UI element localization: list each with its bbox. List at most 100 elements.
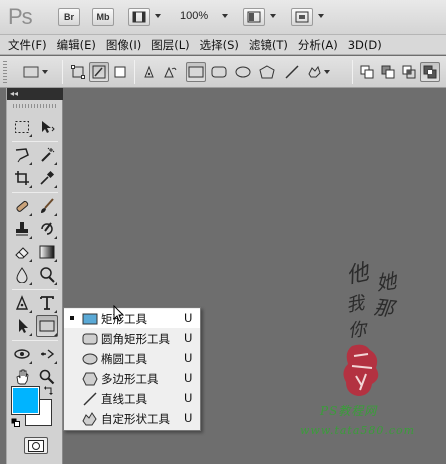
menu-image[interactable]: 图像(I) [106,37,141,53]
menu-3d[interactable]: 3D(D) [348,38,382,52]
history-brush-tool[interactable] [36,218,58,240]
watermark-char: 你 [347,319,368,342]
flyout-item-label: 圆角矩形工具 [101,332,170,346]
panel-grip[interactable] [13,104,57,108]
crop-tool[interactable] [11,167,33,189]
pen-icon [144,65,154,78]
hand-tool[interactable] [11,366,33,388]
menu-file[interactable]: 文件(F) [8,37,47,53]
type-icon [40,296,54,310]
dodge-tool[interactable] [36,264,58,286]
flyout-item-rectangle[interactable]: 矩形工具 U [64,309,200,328]
lasso-icon [15,148,29,163]
fill-pixels-button[interactable] [110,62,130,82]
eyedropper-tool[interactable] [36,167,58,189]
tool-preset-picker[interactable] [20,62,50,82]
menu-edit[interactable]: 编辑(E) [57,37,96,53]
menu-select[interactable]: 选择(S) [200,37,239,53]
paths-button[interactable] [89,62,109,82]
chevron-down-icon[interactable] [270,14,276,18]
flyout-item-label: 自定形状工具 [101,412,170,426]
rectangle-icon [82,311,98,326]
spot-healing-brush-tool[interactable] [11,195,33,217]
ellipse-shape-button[interactable] [233,62,253,82]
type-tool[interactable] [36,292,58,314]
launch-bridge-button[interactable]: Br [58,8,80,26]
intersect-shape-area-button[interactable] [399,62,419,82]
rounded-rectangle-shape-button[interactable] [209,62,229,82]
3d-orbit-tool[interactable] [36,343,58,365]
line-shape-button[interactable] [282,62,302,82]
separator [352,60,353,84]
ellipse-icon [235,66,251,78]
screen-mode-button[interactable] [291,8,313,26]
flyout-item-polygon[interactable]: 多边形工具 U [64,369,200,388]
menu-filter[interactable]: 滤镜(T) [249,37,288,53]
foreground-color-swatch[interactable] [11,386,40,415]
mini-bridge-button[interactable]: Mb [92,8,114,26]
clone-stamp-tool[interactable] [11,218,33,240]
chevron-down-icon[interactable] [318,14,324,18]
quick-mask-icon [28,439,44,452]
rectangle-tool[interactable] [36,315,58,337]
custom-shape-button[interactable] [306,62,332,82]
move-tool[interactable] [36,116,58,138]
chevron-down-icon[interactable] [155,14,161,18]
3d-rotate-tool[interactable] [11,343,33,365]
blur-tool[interactable] [11,264,33,286]
view-extras-button[interactable] [128,8,150,26]
subtract-icon [381,65,395,79]
path-selection-tool[interactable] [11,315,33,337]
subtract-shape-area-button[interactable] [378,62,398,82]
film-icon [132,11,146,23]
zoom-level[interactable]: 100% [180,10,208,22]
quick-mask-button[interactable] [24,437,48,454]
collapse-panel-button[interactable]: ◂◂ [7,88,63,100]
polygonal-lasso-tool[interactable] [11,144,33,166]
pen-tool-button[interactable] [139,62,159,82]
water-drop-icon [16,267,28,283]
3d-rotate-icon [14,349,30,359]
shortcut-key: U [184,371,193,385]
bandage-icon [16,200,29,212]
flyout-item-line[interactable]: 直线工具 U [64,389,200,408]
gradient-tool[interactable] [36,241,58,263]
eraser-tool[interactable] [11,241,33,263]
combine-icon [360,65,374,79]
add-to-shape-area-button[interactable] [357,62,377,82]
polygon-icon [259,65,275,79]
rectangle-shape-button[interactable] [186,62,206,82]
line-icon [285,65,299,79]
watermark-char: 他 [344,259,371,289]
freeform-pen-button[interactable] [160,62,180,82]
chevron-down-icon[interactable] [222,14,228,18]
fill-pixels-icon [114,66,126,78]
mouse-cursor-icon [113,305,125,322]
photoshop-logo: Ps [8,4,33,29]
screen-mode-icon [295,11,309,23]
shape-layers-icon [71,65,85,79]
flyout-item-rounded-rectangle[interactable]: 圆角矩形工具 U [64,329,200,348]
flyout-item-ellipse[interactable]: 椭圆工具 U [64,349,200,368]
watermark-char: 那 [372,295,396,321]
flyout-item-label: 椭圆工具 [101,352,147,366]
menu-analysis[interactable]: 分析(A) [298,37,338,53]
polygon-shape-button[interactable] [257,62,277,82]
flyout-item-custom-shape[interactable]: 自定形状工具 U [64,409,200,428]
custom-shape-icon [308,65,330,78]
pen-tool[interactable] [11,292,33,314]
shortcut-key: U [184,331,193,345]
options-bar [0,56,446,88]
shape-layers-button[interactable] [68,62,88,82]
exclude-overlap-button[interactable] [420,62,440,82]
default-colors-icon[interactable] [11,418,20,427]
crop-icon [15,171,29,185]
menu-layer[interactable]: 图层(L) [151,37,189,53]
red-seal-stamp [343,344,379,396]
swap-colors-icon[interactable] [44,385,54,395]
magic-wand-tool[interactable] [36,144,58,166]
rectangular-marquee-tool[interactable] [11,116,33,138]
arrange-documents-button[interactable] [243,8,265,26]
brush-tool[interactable] [36,195,58,217]
options-bar-grip[interactable] [3,61,7,83]
